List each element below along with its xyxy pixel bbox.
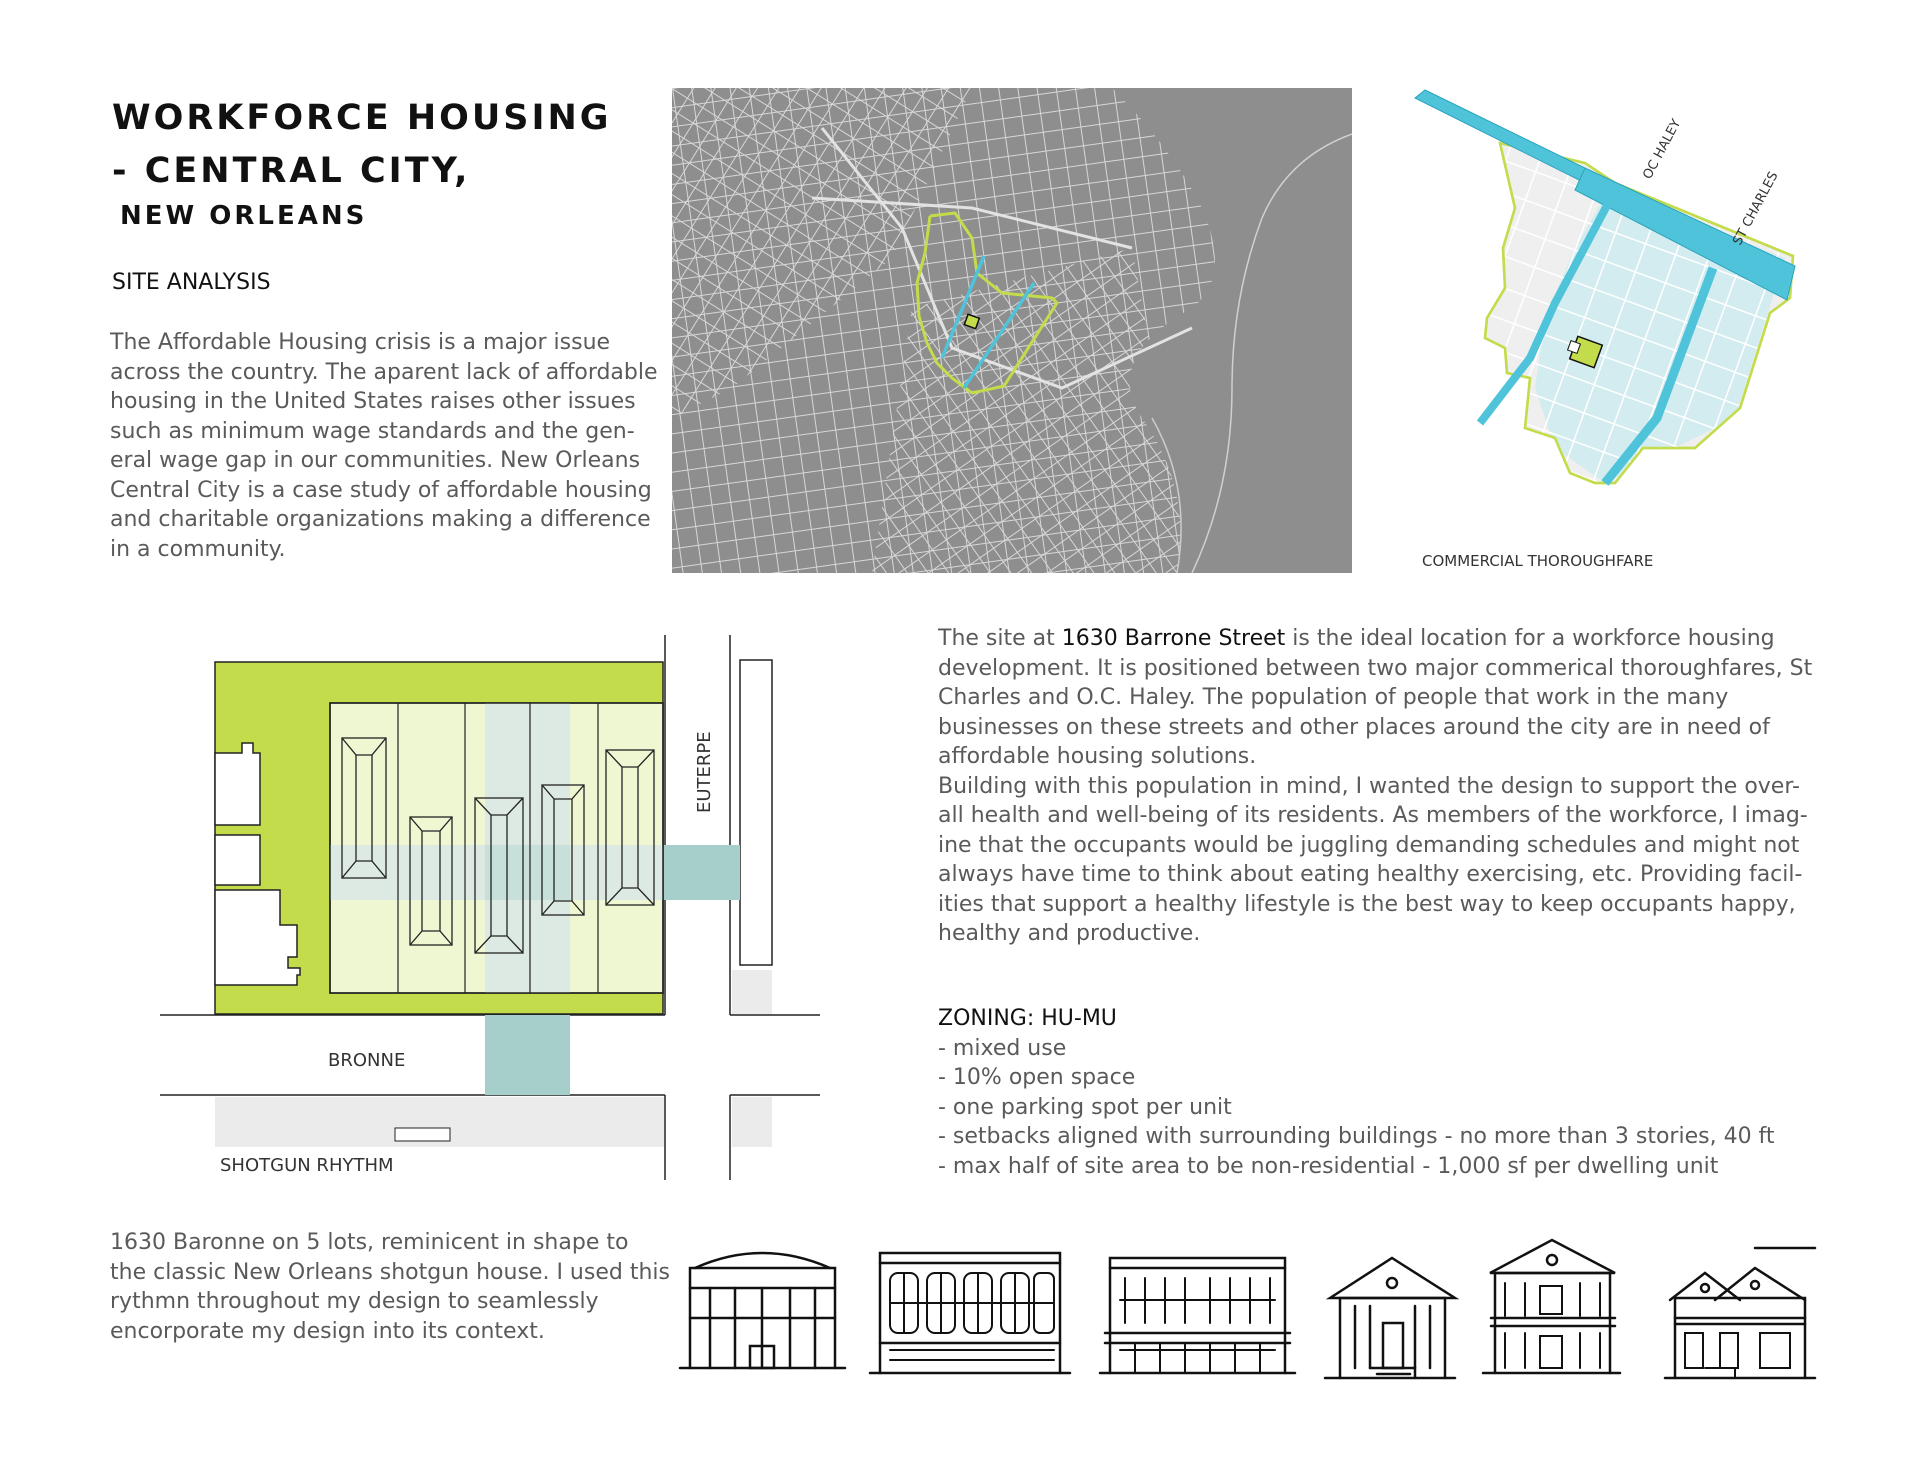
- context-building-sketches: [678, 1238, 1817, 1380]
- street-label-st-charles: ST CHARLES: [1730, 169, 1781, 247]
- site-description-second: Building with this population in mind, I…: [938, 773, 1808, 947]
- site-description-lead: The site at: [938, 626, 1062, 651]
- page-title: WORKFORCE HOUSING: [112, 98, 612, 138]
- zoning-item: - one parking spot per unit: [938, 1094, 1232, 1120]
- zoning-item: - setbacks aligned with surrounding buil…: [938, 1124, 1775, 1149]
- zoning-item: - max half of site area to be non-reside…: [938, 1153, 1719, 1179]
- sketch-double-gallery-house: [1481, 1238, 1622, 1375]
- page-title-line2: - CENTRAL CITY,: [112, 151, 471, 191]
- zoning-block: ZONING: HU-MU - mixed use - 10% open spa…: [938, 1004, 1775, 1181]
- city-map: [672, 88, 1352, 573]
- street-label-euterpe: EUTERPE: [694, 731, 715, 813]
- district-map: OC HALEY ST CHARLES: [1414, 89, 1796, 486]
- district-map-caption: COMMERCIAL THOROUGHFARE: [1422, 552, 1654, 570]
- sketch-balcony-building: [1098, 1256, 1297, 1375]
- sketch-industrial-building: [868, 1251, 1072, 1375]
- section-heading: SITE ANALYSIS: [112, 270, 271, 295]
- sketch-camelback-house: [1663, 1246, 1817, 1380]
- context-paragraph: 1630 Baronne on 5 lots, reminicent in sh…: [110, 1230, 670, 1344]
- site-plan: EUTERPE BRONNE SHOTGUN RHYTHM: [160, 635, 820, 1180]
- zoning-item: - mixed use: [938, 1035, 1067, 1061]
- street-label-bronne: BRONNE: [328, 1050, 405, 1071]
- sketch-greek-revival-house: [1323, 1256, 1460, 1380]
- page-subtitle: NEW ORLEANS: [120, 201, 368, 231]
- site-description: The site at 1630 Barrone Street is the i…: [938, 624, 1818, 949]
- street-label-oc-haley: OC HALEY: [1640, 117, 1684, 182]
- zoning-item: - 10% open space: [938, 1065, 1136, 1090]
- site-address: 1630 Barrone Street: [1061, 626, 1286, 651]
- zoning-heading: ZONING: HU-MU: [938, 1006, 1117, 1031]
- site-plan-caption: SHOTGUN RHYTHM: [220, 1155, 394, 1176]
- intro-paragraph: The Affordable Housing crisis is a major…: [110, 330, 658, 562]
- sketch-modern-building: [678, 1251, 847, 1370]
